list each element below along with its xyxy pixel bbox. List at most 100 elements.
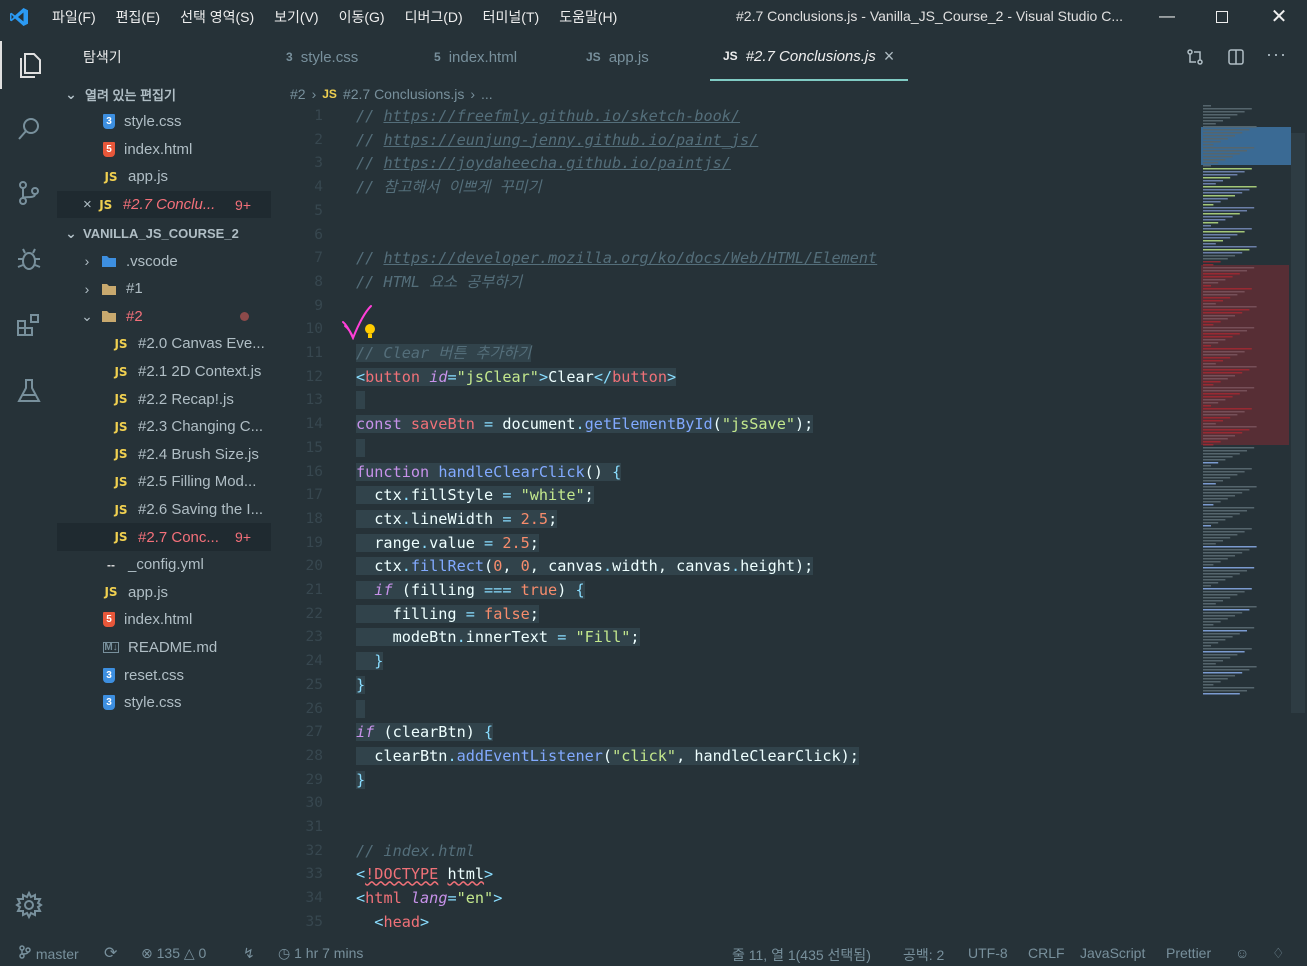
tree-item[interactable]: JS #2.6 Saving the I... — [57, 496, 271, 524]
indentation[interactable]: 공백: 2 — [903, 945, 944, 965]
breadcrumb-item[interactable]: › — [470, 86, 475, 102]
feedback-icon[interactable]: ☺ — [1235, 945, 1249, 961]
tree-item[interactable]: JS #2.0 Canvas Eve... — [57, 330, 271, 358]
code-line[interactable]: 6 — [271, 224, 1197, 248]
tree-item[interactable]: 3 reset.css — [57, 661, 271, 689]
debug-icon[interactable] — [0, 235, 57, 283]
tree-item[interactable]: 3 style.css — [57, 689, 271, 717]
sync-icon[interactable]: ⟳ — [104, 943, 117, 963]
breadcrumb-item[interactable]: ... — [481, 86, 493, 102]
code-line[interactable]: 26 — [271, 698, 1197, 722]
tree-item[interactable]: JS #2.2 Recap!.js — [57, 385, 271, 413]
breadcrumb-item[interactable]: #2.7 Conclusions.js — [343, 86, 464, 102]
tree-item[interactable]: 5 index.html — [57, 606, 271, 634]
notifications-bell-icon[interactable]: ♢ — [1272, 945, 1285, 962]
code-line[interactable]: 20 ctx.fillRect(0, 0, canvas.width, canv… — [271, 555, 1197, 579]
tree-item[interactable]: JS app.js — [57, 579, 271, 607]
code-line[interactable]: 12 <button id="jsClear">Clear</button> — [271, 366, 1197, 390]
language-mode[interactable]: JavaScript — [1080, 945, 1145, 961]
code-line[interactable]: 5 — [271, 200, 1197, 224]
open-editor-item[interactable]: 3 style.css — [57, 108, 271, 136]
code-line[interactable]: 31 — [271, 816, 1197, 840]
code-line[interactable]: 11 // Clear 버튼 추가하기 — [271, 342, 1197, 366]
code-line[interactable]: 4 // 참고해서 이쁘게 꾸미기 — [271, 176, 1197, 200]
source-control-icon[interactable] — [0, 169, 57, 217]
formatter[interactable]: Prettier — [1166, 945, 1211, 961]
code-line[interactable]: 25} — [271, 674, 1197, 698]
branch-status[interactable]: master — [18, 945, 79, 962]
testing-flask-icon[interactable] — [0, 367, 57, 415]
code-line[interactable]: 17 ctx.fillStyle = "white"; — [271, 484, 1197, 508]
tree-item[interactable]: JS #2.7 Conc... 9+ — [57, 523, 271, 551]
menu-item[interactable]: 디버그(D) — [395, 7, 473, 27]
encoding[interactable]: UTF-8 — [968, 945, 1008, 961]
tree-item[interactable]: JS #2.1 2D Context.js — [57, 358, 271, 386]
tree-item[interactable]: › .vscode — [57, 247, 271, 275]
code-line[interactable]: 33 <!DOCTYPE html> — [271, 863, 1197, 887]
cursor-position[interactable]: 줄 11, 열 1(435 선택됨) — [732, 945, 871, 965]
code-line[interactable]: 2 // https://eunjung-jenny.github.io/pain… — [271, 129, 1197, 153]
open-editor-item[interactable]: × JS #2.7 Conclu... 9+ — [57, 190, 271, 219]
code-line[interactable]: 23 modeBtn.innerText = "Fill"; — [271, 626, 1197, 650]
tree-item[interactable]: M↓ README.md — [57, 634, 271, 662]
extensions-icon[interactable] — [0, 301, 57, 349]
split-editor-icon[interactable] — [1227, 48, 1245, 69]
code-editor[interactable]: 1 // https://freefmly.github.io/sketch-bo… — [271, 105, 1197, 941]
lightning-icon[interactable]: ↯ — [243, 945, 255, 962]
tree-item[interactable]: ‑‑ _config.yml — [57, 551, 271, 579]
menu-item[interactable]: 편집(E) — [106, 7, 170, 27]
tree-item[interactable]: JS #2.4 Brush Size.js — [57, 441, 271, 469]
tab-index-html[interactable]: 5 index.html — [434, 33, 517, 81]
code-line[interactable]: 24 } — [271, 650, 1197, 674]
explorer-icon[interactable] — [0, 41, 57, 89]
code-line[interactable]: 18 ctx.lineWidth = 2.5; — [271, 508, 1197, 532]
time-tracker[interactable]: ◷ 1 hr 7 mins — [278, 945, 363, 962]
code-line[interactable]: 19 range.value = 2.5; — [271, 532, 1197, 556]
maximize-button[interactable] — [1194, 0, 1250, 33]
breadcrumb-item[interactable]: #2 — [290, 86, 306, 102]
settings-gear-icon[interactable] — [0, 881, 57, 929]
open-editor-item[interactable]: JS app.js — [57, 163, 271, 191]
code-line[interactable]: 7 // https://developer.mozilla.org/ko/doc… — [271, 247, 1197, 271]
breadcrumb-item[interactable]: › — [312, 86, 317, 102]
minimap[interactable] — [1197, 105, 1307, 941]
compare-changes-icon[interactable] — [1186, 48, 1204, 69]
minimize-button[interactable]: — — [1139, 0, 1195, 33]
code-line[interactable]: 34 <html lang="en"> — [271, 887, 1197, 911]
tab-app-js[interactable]: JS app.js — [586, 33, 649, 81]
tree-item[interactable]: JS #2.3 Changing C... — [57, 413, 271, 441]
code-line[interactable]: 22 filling = false; — [271, 603, 1197, 627]
code-line[interactable]: 30 — [271, 792, 1197, 816]
code-line[interactable]: 28 clearBtn.addEventListener("click", ha… — [271, 745, 1197, 769]
code-line[interactable]: 13 — [271, 389, 1197, 413]
code-line[interactable]: 21 if (filling === true) { — [271, 579, 1197, 603]
menu-item[interactable]: 선택 영역(S) — [170, 7, 264, 27]
code-line[interactable]: 16 function handleClearClick() { — [271, 461, 1197, 485]
code-line[interactable]: 14 const saveBtn = document.getElementByI… — [271, 413, 1197, 437]
more-actions-icon[interactable]: ··· — [1266, 44, 1287, 65]
code-line[interactable]: 27 if (clearBtn) { — [271, 721, 1197, 745]
open-editor-item[interactable]: 5 index.html — [57, 136, 271, 164]
close-tab-icon[interactable]: × — [884, 46, 895, 67]
code-line[interactable]: 1 // https://freefmly.github.io/sketch-bo… — [271, 105, 1197, 129]
tree-item[interactable]: JS #2.5 Filling Mod... — [57, 468, 271, 496]
menu-item[interactable]: 파일(F) — [42, 7, 106, 27]
code-line[interactable]: 35 <head> — [271, 911, 1197, 935]
problems-status[interactable]: ⊗ 135 △ 0 — [141, 945, 206, 962]
project-section[interactable]: ⌄ VANILLA_JS_COURSE_2 — [57, 220, 271, 247]
menu-item[interactable]: 이동(G) — [329, 7, 395, 27]
tab-style-css[interactable]: 3 style.css — [286, 33, 358, 81]
close-icon[interactable]: × — [83, 196, 92, 213]
line-ending[interactable]: CRLF — [1028, 945, 1065, 961]
code-line[interactable]: 32 // index.html — [271, 840, 1197, 864]
tab--2-7-conclusions-js[interactable]: JS #2.7 Conclusions.js × — [710, 33, 909, 81]
code-line[interactable]: 9 — [271, 295, 1197, 319]
lightbulb-icon[interactable] — [363, 322, 377, 343]
code-line[interactable]: 15 — [271, 437, 1197, 461]
open-editors-section[interactable]: ⌄ 열려 있는 편집기 — [57, 81, 271, 108]
menu-item[interactable]: 터미널(T) — [473, 7, 550, 27]
close-window-button[interactable]: ✕ — [1251, 0, 1307, 33]
tree-item[interactable]: › #1 — [57, 275, 271, 303]
code-line[interactable]: 10 — [271, 318, 1197, 342]
search-icon[interactable] — [0, 105, 57, 153]
